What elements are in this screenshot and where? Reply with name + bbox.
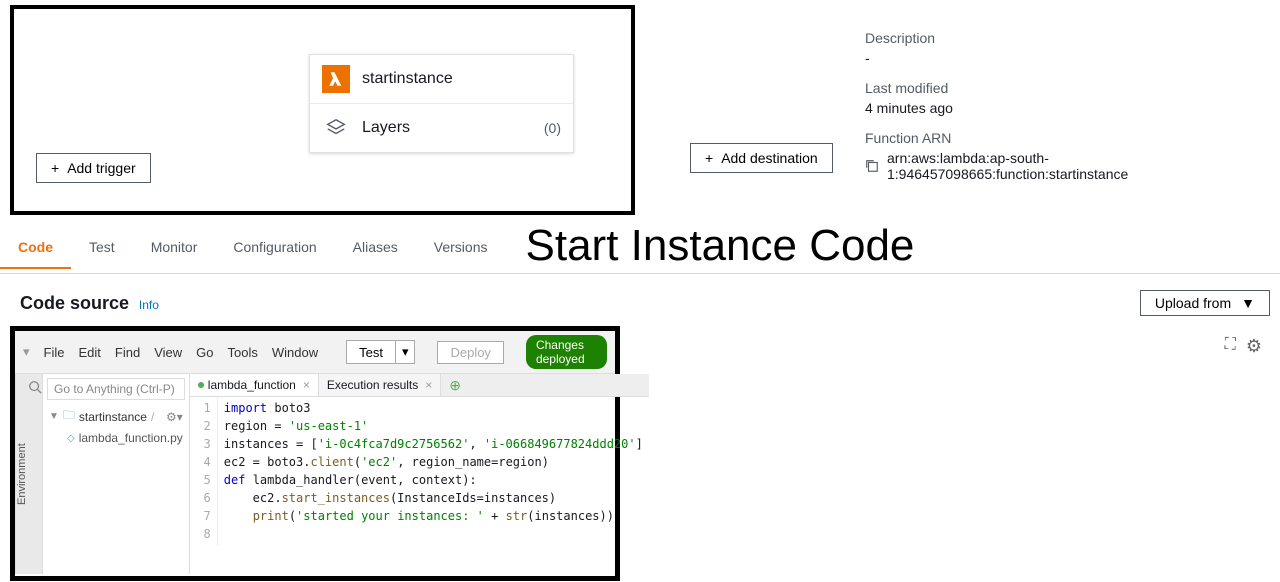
editor-tab-execution-results[interactable]: Execution results × bbox=[319, 374, 441, 396]
function-arn-label: Function ARN bbox=[865, 130, 1260, 146]
ide-test-button[interactable]: Test bbox=[346, 340, 395, 364]
folder-name: startinstance bbox=[79, 410, 147, 424]
description-label: Description bbox=[865, 30, 1260, 46]
ide-test-dropdown[interactable]: ▾ bbox=[395, 340, 416, 364]
layers-count: (0) bbox=[544, 120, 561, 136]
annotation-title: Start Instance Code bbox=[526, 221, 915, 271]
last-modified-value: 4 minutes ago bbox=[865, 100, 1260, 116]
code-editor-ide: ▾ File Edit Find View Go Tools Window Te… bbox=[10, 326, 620, 581]
menu-view[interactable]: View bbox=[154, 345, 182, 360]
tab-aliases[interactable]: Aliases bbox=[335, 227, 416, 269]
editor-tab-lambda[interactable]: lambda_function × bbox=[190, 374, 319, 396]
close-icon[interactable]: × bbox=[425, 378, 432, 392]
tab-code[interactable]: Code bbox=[0, 227, 71, 269]
add-trigger-label: Add trigger bbox=[67, 160, 135, 176]
ide-deploy-button[interactable]: Deploy bbox=[437, 341, 503, 364]
tab-test[interactable]: Test bbox=[71, 227, 133, 269]
modified-dot-icon bbox=[198, 382, 204, 388]
file-name: lambda_function.py bbox=[79, 431, 183, 445]
deploy-status-pill: Changes deployed bbox=[526, 335, 607, 369]
upload-from-button[interactable]: Upload from ▼ bbox=[1140, 290, 1270, 316]
code-lines[interactable]: import boto3 region = 'us-east-1' instan… bbox=[218, 397, 649, 545]
fullscreen-icon[interactable]: ⛶ bbox=[1225, 336, 1236, 357]
add-trigger-button[interactable]: + Add trigger bbox=[36, 153, 151, 183]
menu-go[interactable]: Go bbox=[196, 345, 213, 360]
function-info-panel: Description - Last modified 4 minutes ag… bbox=[845, 0, 1280, 215]
file-icon: ◇ bbox=[67, 433, 75, 444]
function-designer: startinstance Layers (0) + Add trigger bbox=[10, 5, 635, 215]
caret-down-icon: ▼ bbox=[1241, 295, 1255, 311]
folder-icon: 🗀 bbox=[63, 406, 75, 427]
menu-tools[interactable]: Tools bbox=[227, 345, 257, 360]
editor-tab-label: Execution results bbox=[327, 378, 418, 392]
tab-monitor[interactable]: Monitor bbox=[133, 227, 216, 269]
environment-sidebar-tab[interactable]: Environment bbox=[15, 374, 28, 574]
file-row[interactable]: ◇ lambda_function.py bbox=[43, 429, 189, 447]
file-tree: Go to Anything (Ctrl-P) ▼ 🗀 startinstanc… bbox=[43, 374, 190, 574]
copy-icon[interactable] bbox=[865, 159, 879, 173]
code-area[interactable]: 12345678 import boto3 region = 'us-east-… bbox=[190, 397, 649, 545]
menu-collapse-icon[interactable]: ▾ bbox=[23, 344, 30, 360]
function-arn-value: arn:aws:lambda:ap-south-1:946457098665:f… bbox=[887, 150, 1260, 182]
plus-icon: + bbox=[51, 160, 59, 176]
code-source-title: Code source bbox=[20, 293, 129, 313]
add-destination-button[interactable]: + Add destination bbox=[690, 143, 833, 173]
folder-row[interactable]: ▼ 🗀 startinstance / ⚙▾ bbox=[43, 404, 189, 429]
gear-icon[interactable]: ⚙ bbox=[1246, 336, 1262, 357]
editor-tab-label: lambda_function bbox=[208, 378, 296, 392]
tab-configuration[interactable]: Configuration bbox=[215, 227, 334, 269]
search-icon[interactable] bbox=[28, 374, 43, 574]
goto-anything-input[interactable]: Go to Anything (Ctrl-P) bbox=[47, 378, 185, 400]
plus-icon: + bbox=[705, 150, 713, 166]
tab-versions[interactable]: Versions bbox=[416, 227, 506, 269]
lambda-icon bbox=[322, 65, 350, 93]
chevron-down-icon: ▼ bbox=[49, 411, 59, 422]
menu-edit[interactable]: Edit bbox=[78, 345, 100, 360]
gear-icon[interactable]: ⚙▾ bbox=[166, 410, 183, 424]
function-node[interactable]: startinstance Layers (0) bbox=[309, 54, 574, 153]
line-gutter: 12345678 bbox=[190, 397, 218, 545]
layers-label: Layers bbox=[362, 119, 544, 137]
close-icon[interactable]: × bbox=[303, 378, 310, 392]
new-tab-button[interactable]: ⊕ bbox=[441, 377, 469, 394]
description-value: - bbox=[865, 50, 1260, 66]
upload-from-label: Upload from bbox=[1155, 295, 1231, 311]
layers-icon bbox=[322, 114, 350, 142]
function-name: startinstance bbox=[362, 70, 561, 88]
menu-window[interactable]: Window bbox=[272, 345, 318, 360]
last-modified-label: Last modified bbox=[865, 80, 1260, 96]
info-link[interactable]: Info bbox=[139, 298, 159, 312]
menu-find[interactable]: Find bbox=[115, 345, 140, 360]
function-tabs: Code Test Monitor Configuration Aliases … bbox=[0, 227, 506, 269]
menu-file[interactable]: File bbox=[44, 345, 65, 360]
add-destination-label: Add destination bbox=[721, 150, 818, 166]
